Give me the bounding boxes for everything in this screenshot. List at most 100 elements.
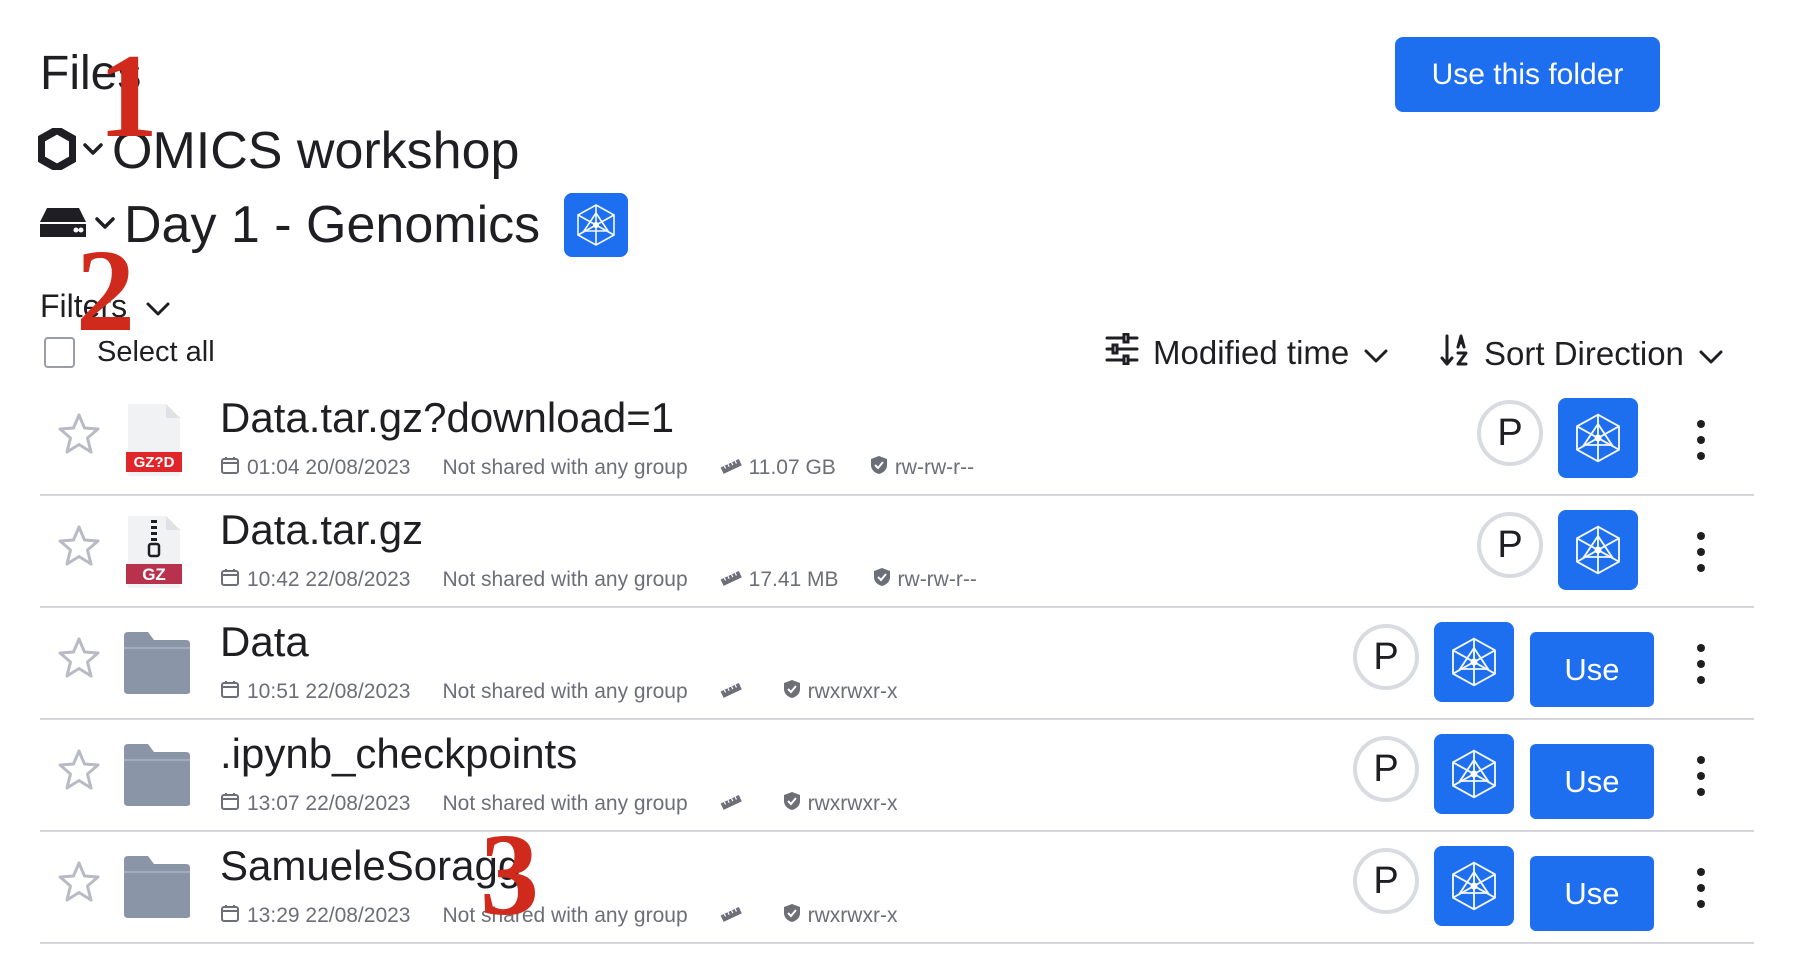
file-meta: 10:42 22/08/2023 Not shared with any gro… — [220, 567, 977, 593]
file-size: 17.41 MB — [720, 568, 839, 592]
owner-initial: P — [1497, 523, 1523, 566]
folder-icon — [122, 854, 192, 925]
star-icon[interactable] — [56, 524, 102, 573]
star-icon[interactable] — [56, 636, 102, 685]
modified-date: 10:51 22/08/2023 — [220, 679, 411, 705]
use-folder-button[interactable]: Use — [1530, 744, 1654, 819]
perm-text: rwxrwxr-x — [807, 680, 898, 703]
sort-by-dropdown[interactable]: Modified time — [1105, 332, 1389, 373]
permissions: rw-rw-r-- — [870, 455, 974, 481]
file-size: 11.07 GB — [720, 456, 836, 480]
file-size — [720, 792, 749, 816]
date-text: 10:42 22/08/2023 — [247, 568, 411, 591]
file-size — [720, 680, 749, 704]
file-row[interactable]: GZ Data.tar.gz 10:42 22/08/2023 Not shar… — [40, 494, 1754, 608]
permissions: rwxrwxr-x — [783, 903, 898, 929]
perm-text: rwxrwxr-x — [807, 904, 898, 927]
sort-direction-icon — [1440, 333, 1470, 375]
share-status: Not shared with any group — [442, 680, 688, 703]
size-text: 17.41 MB — [748, 568, 839, 591]
star-icon[interactable] — [56, 412, 102, 461]
folder-row[interactable]: SamueleSoragg 13:29 22/08/2023 Not share… — [40, 830, 1754, 944]
owner-avatar: P — [1477, 400, 1543, 466]
use-folder-button[interactable]: Use — [1530, 632, 1654, 707]
folder-row[interactable]: Data 10:51 22/08/2023 Not shared with an… — [40, 606, 1754, 720]
modified-date: 13:29 22/08/2023 — [220, 903, 411, 929]
share-status: Not shared with any group — [442, 456, 688, 479]
file-name[interactable]: Data.tar.gz?download=1 — [220, 394, 674, 442]
file-name[interactable]: Data.tar.gz — [220, 506, 423, 554]
ruler-icon — [720, 568, 749, 592]
perm-text: rwxrwxr-x — [807, 792, 898, 815]
folder-icon — [122, 630, 192, 701]
modified-date: 01:04 20/08/2023 — [220, 455, 411, 481]
shield-check-icon — [783, 679, 808, 705]
sort-direction-label: Sort Direction — [1484, 335, 1684, 372]
perm-text: rw-rw-r-- — [897, 568, 977, 591]
owner-avatar: P — [1477, 512, 1543, 578]
file-name[interactable]: .ipynb_checkpoints — [220, 730, 577, 778]
calendar-icon — [220, 567, 247, 593]
file-meta: 10:51 22/08/2023 Not shared with any gro… — [220, 679, 897, 705]
provider-icon — [564, 193, 629, 257]
shield-check-icon — [783, 903, 808, 929]
ruler-icon — [720, 456, 749, 480]
file-name[interactable]: Data — [220, 618, 309, 666]
date-text: 10:51 22/08/2023 — [247, 680, 411, 703]
permissions: rwxrwxr-x — [783, 791, 898, 817]
calendar-icon — [220, 455, 247, 481]
annotation-marker-1: 1 — [98, 29, 158, 162]
archive-icon: GZ — [124, 514, 184, 595]
breadcrumb-drive-label: Day 1 - Genomics — [124, 196, 541, 254]
star-icon[interactable] — [56, 860, 102, 909]
shield-check-icon — [873, 567, 898, 593]
owner-initial: P — [1373, 859, 1399, 902]
folder-icon — [122, 742, 192, 813]
kebab-menu-icon[interactable] — [1694, 644, 1708, 684]
use-this-folder-button[interactable]: Use this folder — [1395, 37, 1660, 112]
provider-icon[interactable] — [1558, 398, 1638, 478]
owner-avatar: P — [1353, 624, 1419, 690]
owner-initial: P — [1373, 747, 1399, 790]
calendar-icon — [220, 791, 247, 817]
file-row[interactable]: GZ?D Data.tar.gz?download=1 01:04 20/08/… — [40, 382, 1754, 496]
select-all-checkbox[interactable] — [44, 337, 75, 368]
date-text: 01:04 20/08/2023 — [247, 456, 411, 479]
permissions: rwxrwxr-x — [783, 679, 898, 705]
chevron-down-icon — [1363, 334, 1389, 372]
use-folder-button[interactable]: Use — [1530, 856, 1654, 931]
shield-check-icon — [783, 791, 808, 817]
ruler-icon — [720, 904, 749, 928]
star-icon[interactable] — [56, 748, 102, 797]
calendar-icon — [220, 679, 247, 705]
file-meta: 13:29 22/08/2023 Not shared with any gro… — [220, 903, 897, 929]
provider-icon[interactable] — [1558, 510, 1638, 590]
hexagon-icon — [37, 125, 77, 175]
share-status: Not shared with any group — [442, 568, 688, 591]
file-icon: GZ?D — [124, 402, 184, 483]
sort-options-icon — [1105, 332, 1139, 373]
kebab-menu-icon[interactable] — [1694, 532, 1708, 572]
date-text: 13:07 22/08/2023 — [247, 792, 411, 815]
provider-icon[interactable] — [1434, 734, 1514, 814]
provider-icon[interactable] — [1434, 846, 1514, 926]
breadcrumb-project-label: OMICS workshop — [112, 122, 520, 180]
modified-date: 10:42 22/08/2023 — [220, 567, 411, 593]
provider-icon[interactable] — [1434, 622, 1514, 702]
size-text: 11.07 GB — [748, 456, 836, 479]
kebab-menu-icon[interactable] — [1694, 868, 1708, 908]
calendar-icon — [220, 903, 247, 929]
date-text: 13:29 22/08/2023 — [247, 904, 411, 927]
kebab-menu-icon[interactable] — [1694, 756, 1708, 796]
file-meta: 01:04 20/08/2023 Not shared with any gro… — [220, 455, 974, 481]
annotation-marker-3: 3 — [480, 809, 539, 940]
kebab-menu-icon[interactable] — [1694, 420, 1708, 460]
file-name[interactable]: SamueleSoragg — [220, 842, 521, 890]
folder-row[interactable]: .ipynb_checkpoints 13:07 22/08/2023 Not … — [40, 718, 1754, 832]
annotation-marker-2: 2 — [76, 225, 135, 356]
ruler-icon — [720, 680, 749, 704]
sort-direction-dropdown[interactable]: Sort Direction — [1440, 333, 1724, 375]
svg-text:GZ?D: GZ?D — [134, 454, 175, 471]
file-size — [720, 904, 749, 928]
sort-by-label: Modified time — [1153, 334, 1350, 371]
